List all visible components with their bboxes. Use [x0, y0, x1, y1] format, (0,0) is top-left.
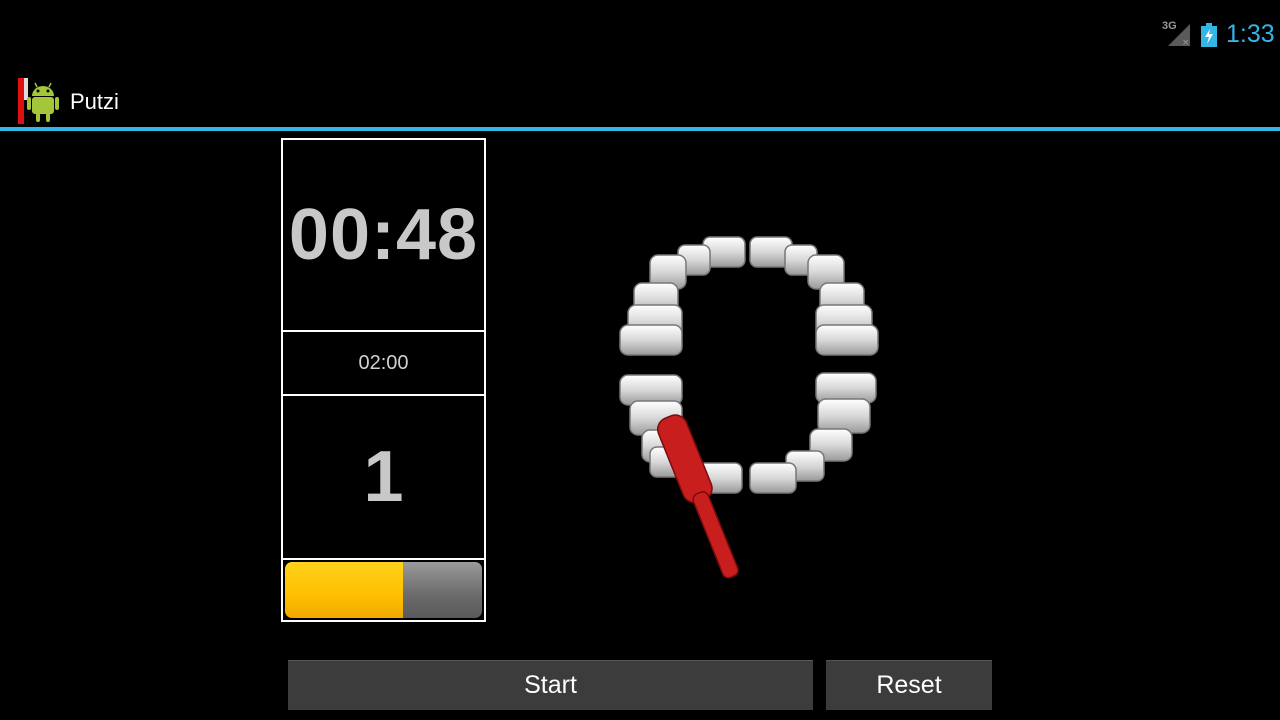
svg-text:×: × — [1182, 38, 1190, 48]
reset-button[interactable]: Reset — [826, 660, 992, 710]
progress-bar — [285, 562, 482, 618]
elapsed-time: 00:48 — [288, 195, 479, 275]
total-time-cell: 02:00 — [281, 330, 486, 396]
section-number-cell: 1 — [281, 394, 486, 560]
start-button[interactable]: Start — [288, 660, 813, 710]
app-icon[interactable] — [18, 78, 64, 124]
progress-cell — [281, 558, 486, 622]
status-clock: 1:33 — [1226, 20, 1275, 48]
progress-bar-fill — [285, 562, 404, 618]
action-bar-divider — [0, 127, 1280, 131]
app-title: Putzi — [70, 89, 119, 114]
timer-panel: 00:48 02:00 1 — [281, 138, 486, 622]
signal-3g-icon: 3G × — [1162, 20, 1192, 48]
action-bar — [0, 72, 1280, 128]
elapsed-time-cell: 00:48 — [281, 138, 486, 332]
battery-charging-icon — [1201, 23, 1217, 47]
section-number: 1 — [363, 437, 404, 517]
total-time: 02:00 — [358, 352, 409, 374]
status-bar — [0, 0, 1280, 72]
teeth-with-toothbrush-icon — [600, 225, 900, 595]
toothbrush — [656, 414, 739, 579]
